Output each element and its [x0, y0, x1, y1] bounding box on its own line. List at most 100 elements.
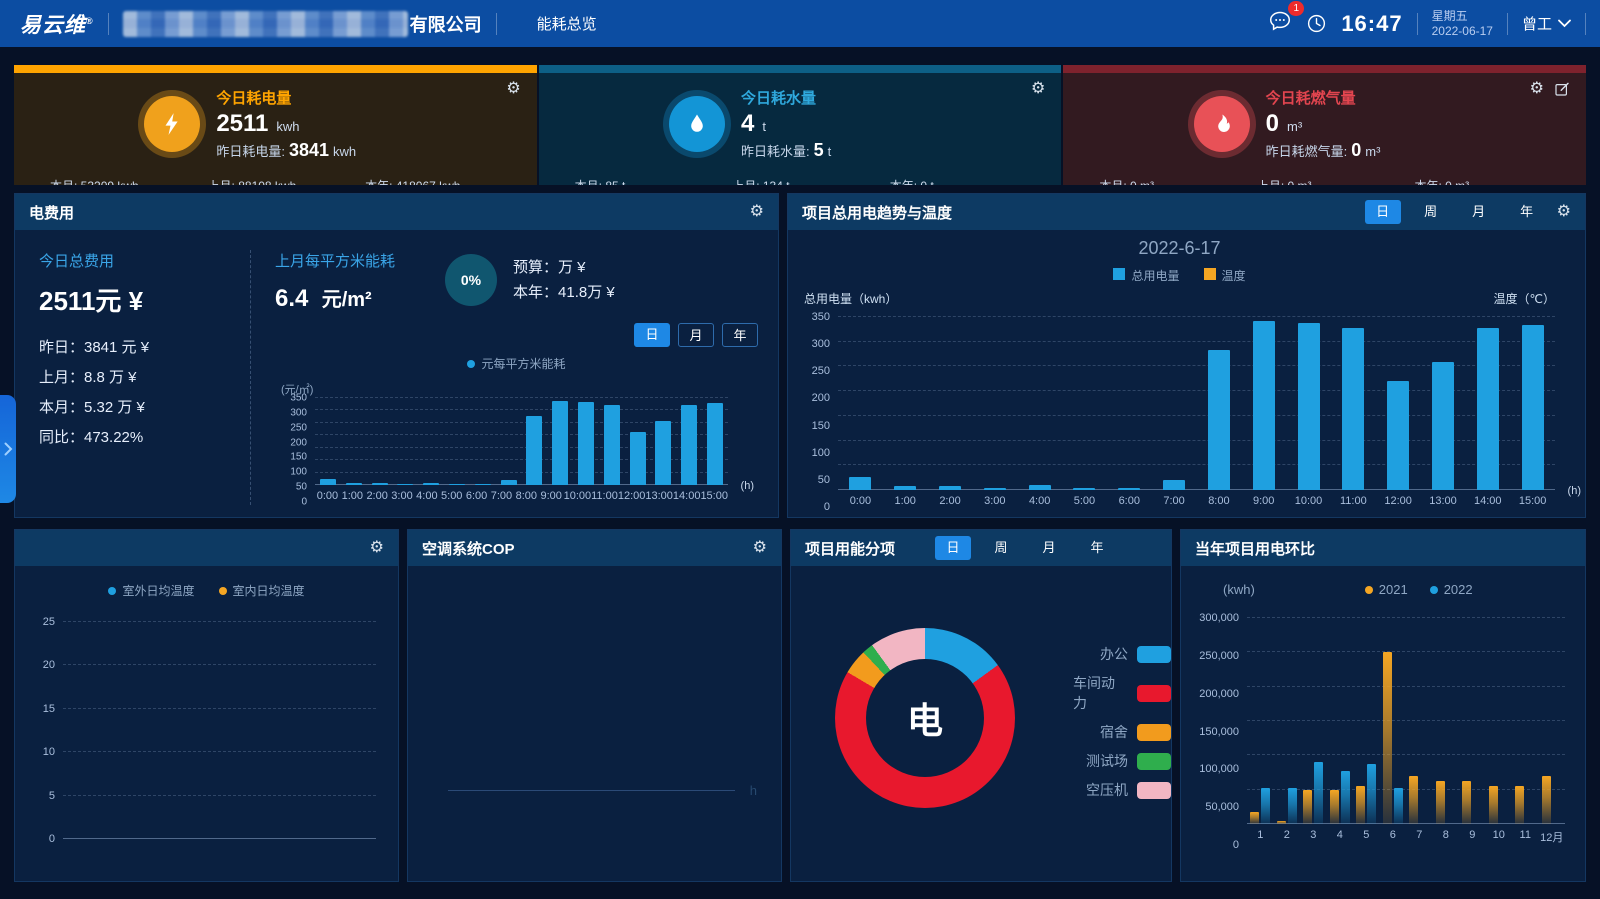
tab-year[interactable]: 年 — [722, 323, 758, 347]
bar-group — [1433, 618, 1460, 824]
x-tick-label: 12:00 — [618, 490, 646, 502]
bar-group — [1274, 618, 1301, 824]
sidebar-expand-handle[interactable] — [0, 395, 16, 503]
gear-icon[interactable]: ⚙ — [1031, 81, 1045, 97]
bar — [1409, 776, 1418, 824]
gridline — [63, 838, 376, 839]
messages-button[interactable]: 1 — [1268, 9, 1292, 38]
legend-label: 室外日均温度 — [122, 584, 194, 598]
tab-week[interactable]: 周 — [983, 536, 1019, 560]
panel-title: 项目总用电趋势与温度 — [802, 202, 952, 223]
bar-cell — [1286, 317, 1331, 490]
bar — [630, 432, 646, 485]
yesterday-unit: t — [828, 144, 832, 159]
x-axis-unit: (h) — [741, 480, 754, 492]
yesterday-label: 昨日耗燃气量: — [1266, 144, 1348, 159]
legend-item: 室外日均温度 — [108, 582, 194, 599]
today-cost-value: 2511元 ¥ — [39, 281, 240, 318]
bar — [1118, 488, 1140, 490]
legend-dot — [467, 360, 475, 368]
x-tick-label: 12月 — [1539, 829, 1566, 845]
panel-electricity-trend: 项目总用电趋势与温度 日 周 月 年 ⚙ 2022-6-17 总用电量 温度 总… — [787, 193, 1586, 518]
bar — [1432, 362, 1454, 490]
tab-month[interactable]: 月 — [1461, 200, 1497, 224]
gear-icon[interactable]: ⚙ — [1530, 81, 1544, 97]
panel-temperature: ⚙ 室外日均温度 室内日均温度 0510152025 — [14, 529, 399, 882]
edit-icon[interactable] — [1554, 81, 1570, 97]
bars — [838, 317, 1555, 490]
gridline — [63, 664, 376, 665]
kpi-row: ⚙ 今日耗电量 2511kwh 昨日耗电量:3841kwh 本月: 53209 … — [14, 65, 1586, 185]
sqm-unit: 元/m² — [322, 289, 372, 311]
legend-label: 车间动力 — [1073, 673, 1128, 713]
tab-month[interactable]: 月 — [678, 323, 714, 347]
stat-lastmonth: 上月: 0 m³ — [1257, 177, 1415, 185]
x-tick-label: 5 — [1353, 829, 1380, 845]
gear-icon[interactable]: ⚙ — [370, 540, 384, 556]
user-menu[interactable]: 曾工 — [1522, 13, 1571, 34]
cost-row-yesterday: 昨日：3841 元 ¥ — [39, 336, 240, 357]
gridline — [63, 751, 376, 752]
x-tick-label: 3:00 — [390, 490, 415, 502]
y-axis-unit: (kwh) — [1223, 582, 1255, 597]
y-tick-label: 150,000 — [1199, 726, 1239, 738]
x-tick-label: 10:00 — [1286, 495, 1331, 507]
bar — [1387, 381, 1409, 490]
x-tick-label: 5:00 — [1062, 495, 1107, 507]
bar — [1253, 321, 1275, 490]
yesterday-value: 5 — [814, 140, 824, 160]
legend-label: 2022 — [1444, 582, 1473, 597]
x-tick-label: 6:00 — [464, 490, 489, 502]
bar — [1029, 485, 1051, 490]
gear-icon[interactable]: ⚙ — [506, 81, 520, 97]
y-tick-label: 250 — [812, 365, 830, 377]
bar-cell — [702, 398, 728, 485]
card-accent-strip — [14, 65, 537, 73]
tab-year[interactable]: 年 — [1509, 200, 1545, 224]
y-tick-label: 0 — [1233, 839, 1239, 851]
y-tick-label: 300 — [812, 338, 830, 350]
stat-year: 本年: 418067 kwh — [365, 177, 523, 185]
tab-month[interactable]: 月 — [1031, 536, 1067, 560]
chart-plot-area — [63, 622, 376, 839]
cop-x-unit: h — [750, 783, 757, 798]
kpi-value: 2511 — [216, 110, 268, 137]
yesterday-unit: m³ — [1365, 144, 1380, 159]
x-tick-label: 2 — [1274, 829, 1301, 845]
tab-day[interactable]: 日 — [1365, 200, 1401, 224]
gear-icon[interactable]: ⚙ — [753, 540, 767, 556]
date-label: 2022-06-17 — [1432, 24, 1493, 39]
x-tick-label: 1:00 — [340, 490, 365, 502]
legend-label: 总用电量 — [1131, 269, 1179, 283]
kpi-value: 4 — [741, 110, 754, 137]
bar — [1277, 821, 1286, 824]
tab-day[interactable]: 日 — [935, 536, 971, 560]
tab-day[interactable]: 日 — [634, 323, 670, 347]
tab-year[interactable]: 年 — [1079, 536, 1115, 560]
legend-dot — [219, 587, 227, 595]
panel-title: 当年项目用电环比 — [1195, 538, 1315, 559]
bar-cell — [418, 398, 444, 485]
tab-week[interactable]: 周 — [1413, 200, 1449, 224]
bar — [1163, 480, 1185, 490]
gear-icon[interactable]: ⚙ — [1557, 204, 1571, 220]
bar-group — [1512, 618, 1539, 824]
card-accent-strip — [539, 65, 1062, 73]
y-tick-label: 350 — [812, 311, 830, 323]
bar-cell — [367, 398, 393, 485]
bar-cell — [315, 398, 341, 485]
x-tick-label: 11:00 — [1331, 495, 1376, 507]
bar — [1367, 764, 1376, 824]
bar — [1342, 328, 1364, 490]
gridline — [63, 708, 376, 709]
right-axis-label: 温度（℃） — [1494, 290, 1555, 307]
legend-label: 元每平方米能耗 — [481, 357, 565, 371]
cost-row-yoy: 同比：473.22% — [39, 426, 240, 447]
x-tick-label: 13:00 — [1421, 495, 1466, 507]
x-tick-label: 8:00 — [514, 490, 539, 502]
donut-center-label: 电 — [907, 692, 943, 744]
nav-item-energy-overview[interactable]: 能耗总览 — [537, 13, 597, 34]
gear-icon[interactable]: ⚙ — [750, 204, 764, 220]
x-axis: 123456789101112月 — [1247, 824, 1565, 845]
bar-cell — [1241, 317, 1286, 490]
